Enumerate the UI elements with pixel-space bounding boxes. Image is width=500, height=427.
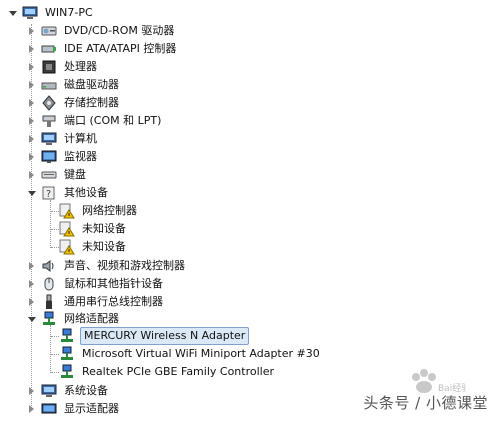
device-item[interactable]: 未知设备	[59, 238, 128, 256]
category-label: 鼠标和其他指针设备	[64, 277, 163, 290]
collapse-arrow-icon[interactable]	[27, 188, 37, 198]
category-ports[interactable]: 端口 (COM 和 LPT)	[27, 112, 163, 130]
tree-guide-line	[51, 336, 59, 337]
category-label: IDE ATA/ATAPI 控制器	[64, 42, 177, 55]
category-label: DVD/CD-ROM 驱动器	[64, 24, 175, 37]
watermark-text: 头条号 / 小德课堂	[363, 394, 488, 412]
tree-root[interactable]: WIN7-PC	[8, 4, 95, 22]
category-keyboard[interactable]: 键盘	[27, 166, 88, 184]
category-disk-drive[interactable]: 磁盘驱动器	[27, 76, 121, 94]
device-label: 未知设备	[82, 240, 126, 253]
computer-icon	[41, 131, 57, 147]
expand-arrow-icon[interactable]	[27, 170, 37, 180]
expand-arrow-icon[interactable]	[27, 26, 37, 36]
expand-arrow-icon[interactable]	[27, 297, 37, 307]
category-sound-video[interactable]: 声音、视频和游戏控制器	[27, 257, 187, 275]
device-tree: WIN7-PC DVD/CD-ROM 驱动器 IDE ATA/ATAPI 控制器…	[0, 0, 500, 427]
tree-guide-line	[51, 229, 59, 230]
ide-controller-icon	[41, 41, 57, 57]
collapse-arrow-icon[interactable]	[27, 314, 37, 324]
expand-arrow-icon[interactable]	[27, 152, 37, 162]
computer-icon	[22, 5, 38, 21]
unknown-device-warning-icon	[59, 239, 75, 255]
tree-guide-line	[51, 247, 59, 248]
system-devices-icon	[41, 383, 57, 399]
network-adapter-icon	[59, 346, 75, 362]
expand-arrow-icon[interactable]	[27, 116, 37, 126]
svg-text:?: ?	[46, 189, 51, 200]
monitor-icon	[41, 149, 57, 165]
mouse-icon	[41, 276, 57, 292]
device-label: MERCURY Wireless N Adapter	[80, 327, 250, 345]
category-label: 计算机	[64, 132, 97, 145]
category-dvd-cdrom[interactable]: DVD/CD-ROM 驱动器	[27, 22, 176, 40]
port-icon	[41, 113, 57, 129]
network-adapter-icon	[41, 311, 57, 327]
disk-drive-icon	[41, 77, 57, 93]
device-label: Microsoft Virtual WiFi Miniport Adapter …	[82, 347, 320, 360]
unknown-device-warning-icon	[59, 203, 75, 219]
collapse-arrow-icon[interactable]	[8, 8, 18, 18]
sound-icon	[41, 258, 57, 274]
device-item[interactable]: Realtek PCIe GBE Family Controller	[59, 363, 276, 381]
device-item[interactable]: Microsoft Virtual WiFi Miniport Adapter …	[59, 345, 322, 363]
category-label: 磁盘驱动器	[64, 78, 119, 91]
category-storage-controller[interactable]: 存储控制器	[27, 94, 121, 112]
category-label: 处理器	[64, 60, 97, 73]
dvd-drive-icon	[41, 23, 57, 39]
storage-controller-icon	[41, 95, 57, 111]
tree-guide-line	[51, 372, 59, 373]
usb-icon	[41, 294, 57, 310]
expand-arrow-icon[interactable]	[27, 80, 37, 90]
category-label: 系统设备	[64, 384, 108, 397]
category-processor[interactable]: 处理器	[27, 58, 99, 76]
tree-guide-line	[50, 325, 51, 373]
display-adapter-icon	[41, 401, 57, 417]
tree-guide-line	[51, 211, 59, 212]
device-label: 网络控制器	[82, 204, 137, 217]
category-computer[interactable]: 计算机	[27, 130, 99, 148]
category-label: 通用串行总线控制器	[64, 295, 163, 308]
category-ide-ata[interactable]: IDE ATA/ATAPI 控制器	[27, 40, 178, 58]
expand-arrow-icon[interactable]	[27, 98, 37, 108]
processor-icon	[41, 59, 57, 75]
category-label: 网络适配器	[64, 312, 119, 325]
tree-guide-line	[50, 200, 51, 248]
category-label: 其他设备	[64, 186, 108, 199]
category-label: 存储控制器	[64, 96, 119, 109]
device-label: 未知设备	[82, 222, 126, 235]
other-devices-icon: ?	[41, 185, 57, 201]
category-network-adapters[interactable]: 网络适配器	[27, 310, 121, 328]
category-system-devices[interactable]: 系统设备	[27, 382, 110, 400]
tree-guide-line	[51, 354, 59, 355]
category-display-adapters[interactable]: 显示适配器	[27, 400, 121, 418]
category-label: 监视器	[64, 150, 97, 163]
expand-arrow-icon[interactable]	[27, 44, 37, 54]
category-usb[interactable]: 通用串行总线控制器	[27, 293, 165, 311]
expand-arrow-icon[interactable]	[27, 279, 37, 289]
expand-arrow-icon[interactable]	[27, 261, 37, 271]
keyboard-icon	[41, 167, 57, 183]
category-label: 端口 (COM 和 LPT)	[64, 114, 162, 127]
device-item[interactable]: 网络控制器	[59, 202, 139, 220]
category-label: 键盘	[64, 168, 86, 181]
expand-arrow-icon[interactable]	[27, 404, 37, 414]
expand-arrow-icon[interactable]	[27, 134, 37, 144]
category-mouse[interactable]: 鼠标和其他指针设备	[27, 275, 165, 293]
category-label: 声音、视频和游戏控制器	[64, 259, 185, 272]
device-item-selected[interactable]: MERCURY Wireless N Adapter	[59, 327, 250, 345]
root-label: WIN7-PC	[45, 6, 93, 19]
network-adapter-icon	[59, 364, 75, 380]
expand-arrow-icon[interactable]	[27, 386, 37, 396]
category-other-devices[interactable]: ? 其他设备	[27, 184, 110, 202]
expand-arrow-icon[interactable]	[27, 62, 37, 72]
unknown-device-warning-icon	[59, 221, 75, 237]
category-monitor[interactable]: 监视器	[27, 148, 99, 166]
device-item[interactable]: 未知设备	[59, 220, 128, 238]
network-adapter-icon	[59, 328, 75, 344]
category-label: 显示适配器	[64, 402, 119, 415]
device-label: Realtek PCIe GBE Family Controller	[82, 365, 275, 378]
